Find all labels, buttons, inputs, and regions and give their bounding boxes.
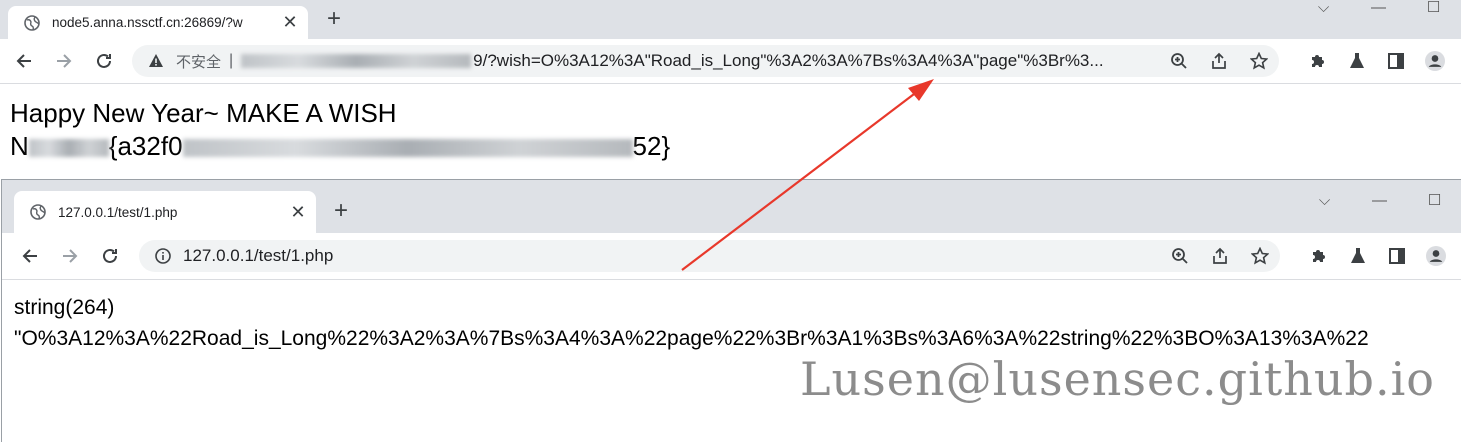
maximize-icon[interactable]: ☐ (1407, 190, 1461, 210)
separator: | (229, 52, 234, 69)
puzzle-icon[interactable] (1308, 51, 1328, 71)
warning-icon[interactable] (146, 51, 166, 71)
zoom-icon[interactable] (1169, 51, 1189, 71)
tab-active[interactable]: 127.0.0.1/test/1.php ✕ (14, 191, 316, 233)
toolbar: 127.0.0.1/test/1.php (2, 233, 1461, 280)
close-icon[interactable]: ✕ (280, 12, 300, 33)
redacted-host (241, 54, 472, 68)
globe-icon (22, 13, 42, 33)
puzzle-icon[interactable] (1309, 246, 1329, 266)
tab-title: 127.0.0.1/test/1.php (58, 204, 178, 220)
watermark: Lusen@lusensec.github.io (800, 352, 1436, 406)
page-content: string(264) "O%3A12%3A%22Road_is_Long%22… (14, 292, 1369, 354)
chevron-down-icon[interactable]: ⌵ (1297, 190, 1352, 210)
tab-active[interactable]: node5.anna.nssctf.cn:26869/?w ✕ (8, 6, 308, 39)
window-controls: ⌵ — ☐ (1296, 0, 1461, 16)
flag-line: N {a32f0 52} (10, 130, 670, 163)
sidepanel-icon[interactable] (1386, 51, 1406, 71)
redacted-flag-2 (182, 139, 633, 158)
insecure-label: 不安全 (176, 53, 222, 71)
redacted-flag-1 (28, 139, 109, 158)
tab-strip: 127.0.0.1/test/1.php ✕ + ⌵ — ☐ (2, 180, 1461, 233)
tab-strip: node5.anna.nssctf.cn:26869/?w ✕ + ⌵ — ☐ (0, 0, 1461, 39)
var-dump-type: string(264) (14, 296, 115, 319)
minimize-icon[interactable]: — (1351, 0, 1406, 16)
toolbar: 不安全 | 9/?wish=O%3A12%3A"Road_is_Long"%3A… (0, 39, 1461, 84)
flag-suffix: 52} (632, 131, 671, 161)
reload-icon[interactable] (86, 39, 122, 83)
flask-icon[interactable] (1347, 51, 1367, 71)
share-icon[interactable] (1209, 51, 1229, 71)
star-icon[interactable] (1249, 51, 1269, 71)
chevron-down-icon[interactable]: ⌵ (1296, 0, 1351, 16)
url-text: 9/?wish=O%3A12%3A"Road_is_Long"%3A2%3A%7… (473, 51, 1104, 70)
omnibox-actions (1170, 246, 1270, 266)
share-icon[interactable] (1210, 246, 1230, 266)
flask-icon[interactable] (1348, 246, 1368, 266)
back-icon[interactable] (12, 233, 48, 279)
globe-icon (28, 202, 48, 222)
forward-icon[interactable] (52, 233, 88, 279)
maximize-icon[interactable]: ☐ (1406, 0, 1461, 16)
plus-icon[interactable]: + (319, 4, 349, 34)
flag-prefix: N (10, 131, 29, 161)
omnibox-actions (1169, 51, 1269, 71)
info-icon[interactable] (153, 246, 173, 266)
page-content: Happy New Year~ MAKE A WISH N {a32f0 52} (10, 97, 670, 163)
back-icon[interactable] (6, 39, 42, 83)
sidepanel-icon[interactable] (1387, 246, 1407, 266)
profile-icon[interactable] (1426, 246, 1446, 266)
tab-title: node5.anna.nssctf.cn:26869/?w (52, 15, 243, 30)
plus-icon[interactable]: + (326, 196, 356, 226)
flag-mid: {a32f0 (108, 131, 183, 161)
wish-heading: Happy New Year~ MAKE A WISH (10, 98, 397, 128)
address-bar[interactable]: 127.0.0.1/test/1.php (139, 240, 1280, 272)
reload-icon[interactable] (92, 233, 128, 279)
zoom-icon[interactable] (1170, 246, 1190, 266)
browser-window-1: node5.anna.nssctf.cn:26869/?w ✕ + ⌵ — ☐ … (0, 0, 1461, 180)
profile-icon[interactable] (1425, 51, 1445, 71)
url-text: 127.0.0.1/test/1.php (183, 246, 334, 265)
forward-icon[interactable] (46, 39, 82, 83)
minimize-icon[interactable]: — (1352, 190, 1407, 210)
address-bar[interactable]: 不安全 | 9/?wish=O%3A12%3A"Road_is_Long"%3A… (132, 45, 1279, 77)
window-controls: ⌵ — ☐ (1297, 190, 1461, 210)
extensions-area (1309, 233, 1461, 279)
close-icon[interactable]: ✕ (288, 202, 308, 222)
serialized-string: "O%3A12%3A%22Road_is_Long%22%3A2%3A%7Bs%… (14, 327, 1369, 350)
extensions-area (1308, 39, 1461, 83)
star-icon[interactable] (1250, 246, 1270, 266)
